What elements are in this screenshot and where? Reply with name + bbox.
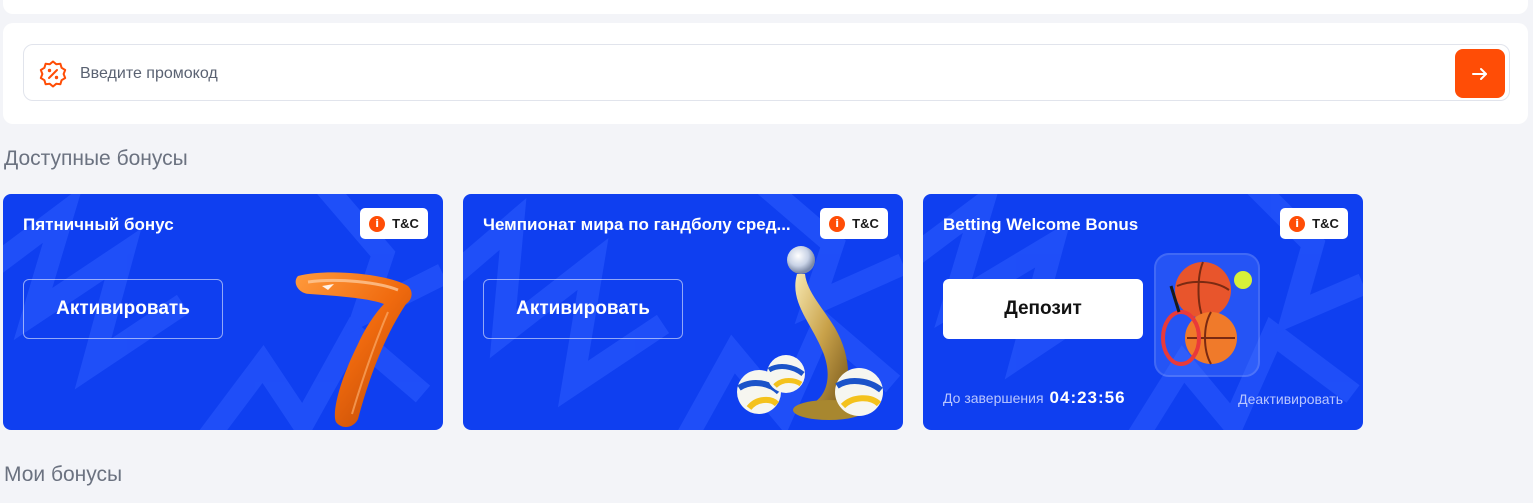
promo-code-panel bbox=[3, 23, 1528, 124]
promo-submit-button[interactable] bbox=[1455, 49, 1505, 98]
bonus-card-friday: Пятничный бонус i T&C Активировать bbox=[3, 194, 443, 430]
card-title: Betting Welcome Bonus bbox=[943, 215, 1139, 234]
info-icon: i bbox=[369, 215, 386, 232]
activate-button[interactable]: Активировать bbox=[23, 279, 223, 339]
bonus-card-welcome: Betting Welcome Bonus i T&C Депозит До з… bbox=[923, 194, 1363, 430]
terms-label: T&C bbox=[1312, 216, 1339, 231]
promo-code-field bbox=[23, 44, 1510, 101]
arrow-right-icon bbox=[1472, 67, 1487, 80]
boomerang-image bbox=[295, 272, 412, 428]
deposit-button[interactable]: Депозит bbox=[943, 279, 1143, 339]
available-bonuses-heading: Доступные бонусы bbox=[4, 147, 188, 170]
terms-button[interactable]: i T&C bbox=[1280, 208, 1348, 239]
card-title: Чемпионат мира по гандболу сред... bbox=[483, 215, 791, 234]
sports-bag-image bbox=[1154, 253, 1260, 377]
card-title: Пятничный бонус bbox=[23, 215, 174, 234]
timer-label: До завершения bbox=[943, 390, 1044, 406]
terms-label: T&C bbox=[852, 216, 879, 231]
activate-button[interactable]: Активировать bbox=[483, 279, 683, 339]
bonus-card-handball: Чемпионат мира по гандболу сред... i T&C… bbox=[463, 194, 903, 430]
timer-row: До завершения 04:23:56 bbox=[943, 388, 1126, 408]
trophy-volleyballs-image bbox=[737, 246, 883, 420]
info-icon: i bbox=[829, 215, 846, 232]
terms-label: T&C bbox=[392, 216, 419, 231]
my-bonuses-heading: Мои бонусы bbox=[4, 463, 123, 486]
terms-button[interactable]: i T&C bbox=[820, 208, 888, 239]
promo-code-input[interactable] bbox=[78, 55, 1442, 93]
timer-value: 04:23:56 bbox=[1049, 388, 1126, 407]
info-icon: i bbox=[1289, 215, 1306, 232]
top-panel-strip bbox=[3, 0, 1528, 14]
discount-badge-icon bbox=[38, 59, 68, 89]
terms-button[interactable]: i T&C bbox=[360, 208, 428, 239]
deactivate-button[interactable]: Деактивировать bbox=[1238, 391, 1343, 407]
